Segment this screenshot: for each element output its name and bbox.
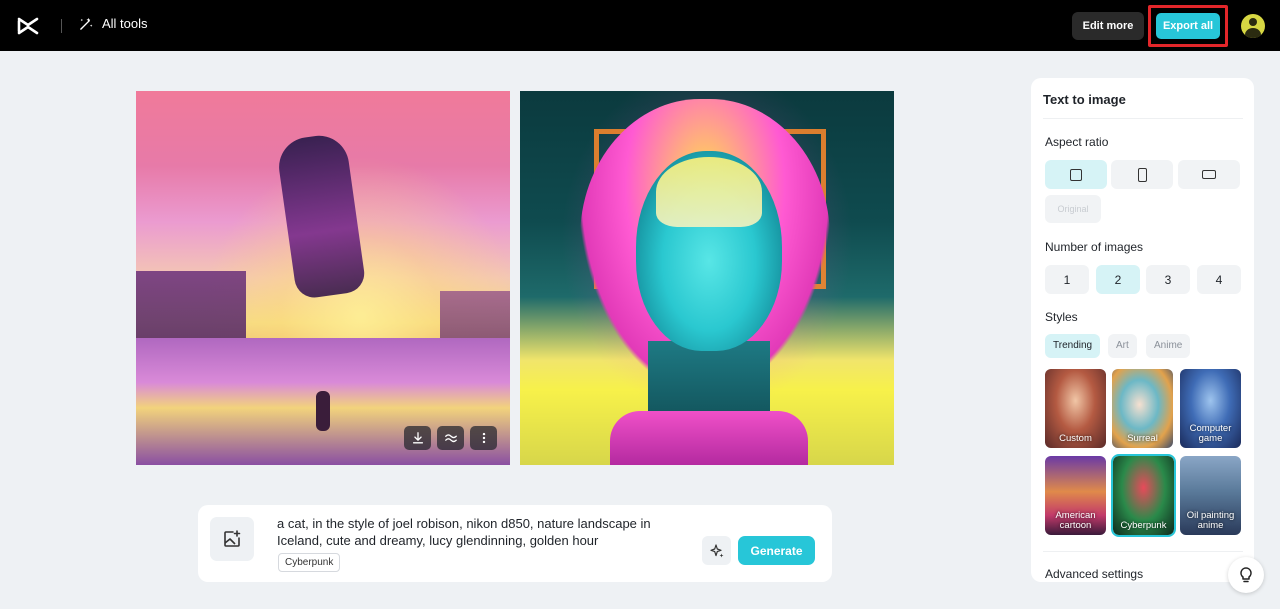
- tab-trending[interactable]: Trending: [1045, 334, 1101, 358]
- waves-icon: [444, 434, 457, 443]
- generate-button[interactable]: Generate: [738, 536, 815, 565]
- advanced-settings-toggle[interactable]: Advanced settings: [1045, 567, 1143, 581]
- add-image-icon: [224, 530, 241, 547]
- number-option-3[interactable]: 3: [1146, 265, 1190, 294]
- all-tools-label: All tools: [102, 16, 148, 31]
- number-of-images-label: Number of images: [1045, 240, 1144, 254]
- styles-label: Styles: [1045, 310, 1078, 324]
- download-icon: [412, 432, 423, 444]
- top-bar: All tools Edit more Export all: [0, 0, 1280, 51]
- generated-image-1[interactable]: [136, 91, 510, 465]
- tab-art[interactable]: Art: [1108, 334, 1137, 358]
- ratio-portrait-button[interactable]: [1111, 160, 1173, 189]
- text-to-image-panel: Text to image Aspect ratio Original Numb…: [1031, 78, 1254, 582]
- export-highlight-frame: Export all: [1148, 5, 1228, 47]
- topbar-divider: [61, 19, 62, 33]
- style-chip[interactable]: Cyberpunk: [278, 553, 341, 572]
- image-toolbar: [404, 426, 497, 450]
- tab-anime[interactable]: Anime: [1146, 334, 1191, 358]
- prompt-input[interactable]: a cat, in the style of joel robison, nik…: [277, 515, 697, 549]
- aspect-ratio-label: Aspect ratio: [1045, 135, 1109, 149]
- lightbulb-icon: [1240, 567, 1252, 583]
- sparkle-icon: [709, 543, 723, 557]
- ratio-landscape-button[interactable]: [1178, 160, 1240, 189]
- style-tile-oil-painting-anime[interactable]: Oil painting anime: [1180, 456, 1241, 535]
- portrait-ratio-icon: [1137, 167, 1147, 182]
- magic-prompt-button[interactable]: [702, 536, 731, 565]
- prompt-card: a cat, in the style of joel robison, nik…: [198, 505, 832, 582]
- add-image-button[interactable]: [210, 517, 254, 561]
- help-button[interactable]: [1228, 557, 1264, 593]
- export-all-button[interactable]: Export all: [1156, 13, 1220, 39]
- square-ratio-icon: [1070, 168, 1082, 181]
- landscape-ratio-icon: [1202, 170, 1216, 179]
- style-tile-computer-game[interactable]: Computer game: [1180, 369, 1241, 448]
- edit-more-button[interactable]: Edit more: [1072, 12, 1144, 40]
- generated-image-2[interactable]: [520, 91, 894, 465]
- style-tile-cyberpunk[interactable]: Cyberpunk: [1111, 454, 1176, 537]
- capcut-logo-icon[interactable]: [16, 14, 40, 38]
- magic-wand-icon: [80, 17, 93, 30]
- number-option-4[interactable]: 4: [1197, 265, 1241, 294]
- style-tile-custom[interactable]: Custom: [1045, 369, 1106, 448]
- variations-button[interactable]: [437, 426, 464, 450]
- style-tile-american-cartoon[interactable]: American cartoon: [1045, 456, 1106, 535]
- download-button[interactable]: [404, 426, 431, 450]
- style-tile-surreal[interactable]: Surreal: [1112, 369, 1173, 448]
- more-options-button[interactable]: [470, 426, 497, 450]
- avatar[interactable]: [1241, 14, 1265, 38]
- ratio-original-button[interactable]: Original: [1045, 195, 1101, 223]
- more-vertical-icon: [482, 432, 485, 444]
- panel-title: Text to image: [1043, 92, 1126, 107]
- ratio-square-button[interactable]: [1045, 160, 1107, 189]
- all-tools-button[interactable]: All tools: [79, 16, 148, 31]
- number-option-1[interactable]: 1: [1045, 265, 1089, 294]
- number-option-2[interactable]: 2: [1096, 265, 1140, 294]
